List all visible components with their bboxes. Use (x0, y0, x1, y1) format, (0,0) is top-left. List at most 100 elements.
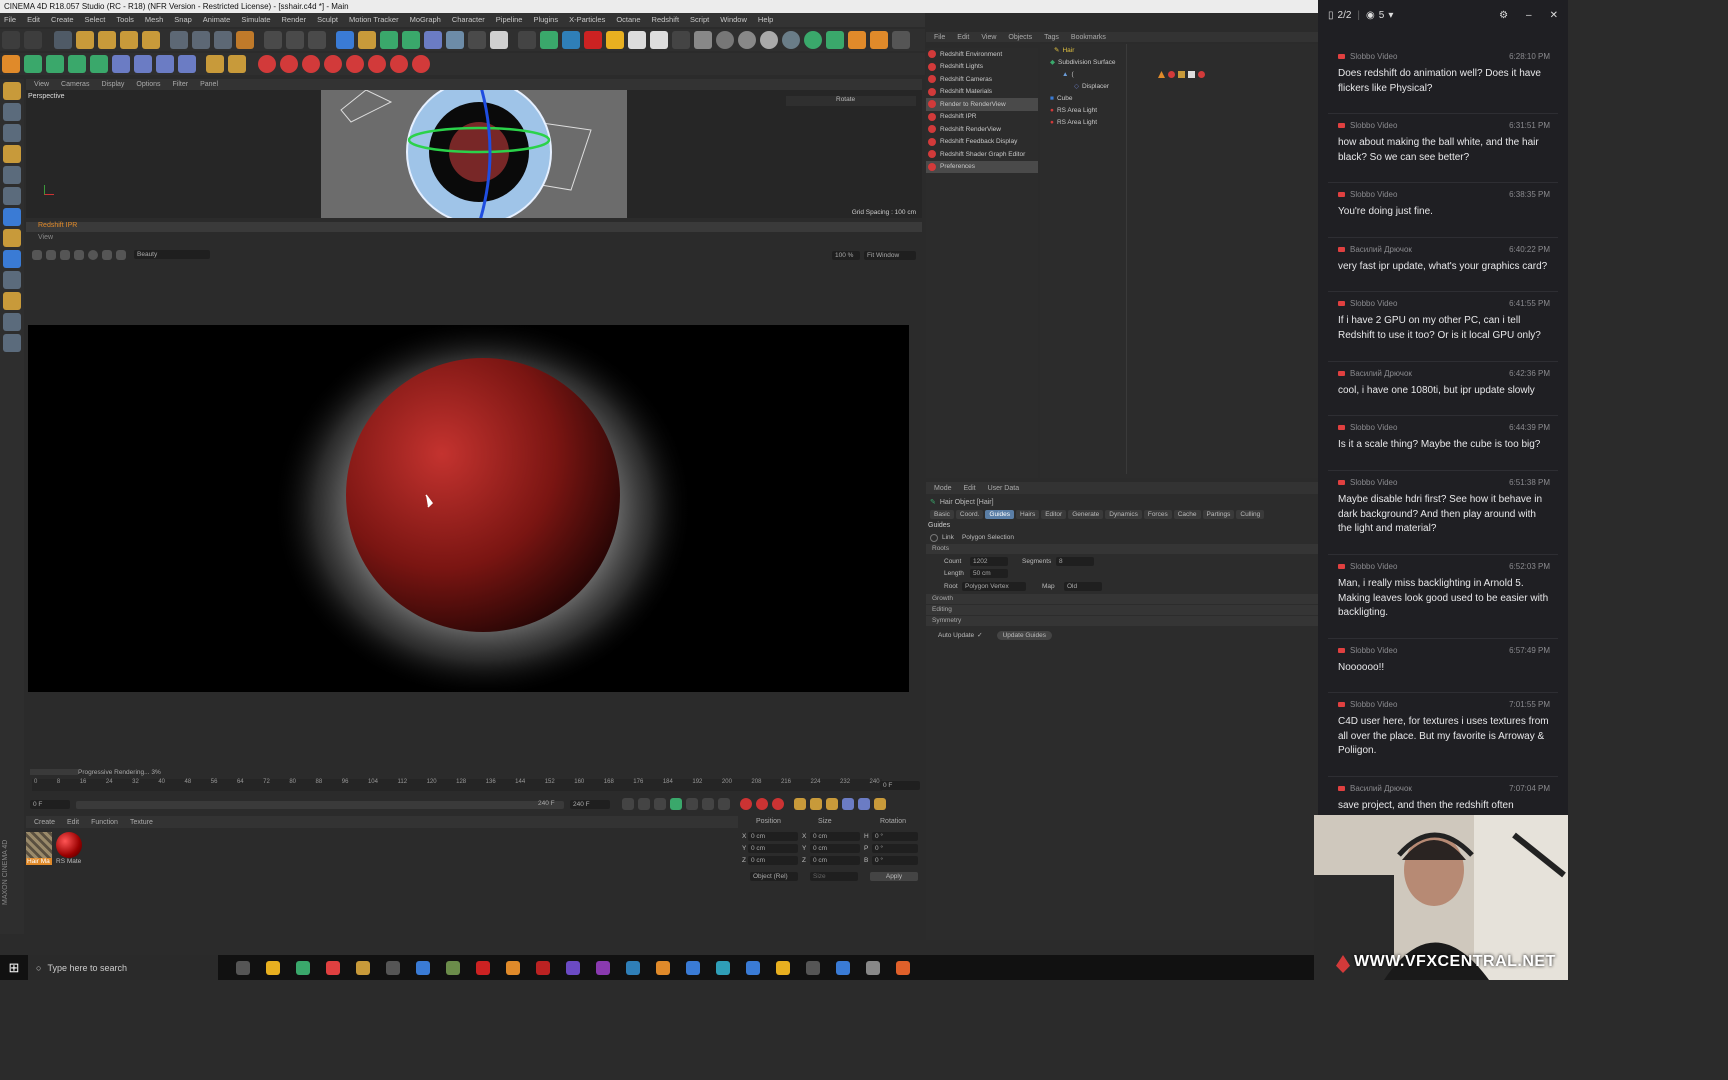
lock-workplane-icon[interactable] (3, 313, 21, 331)
viewport-menu-options[interactable]: Options (136, 81, 160, 88)
undo-icon[interactable] (2, 31, 20, 49)
obj-menu-objects[interactable]: Objects (1008, 34, 1032, 41)
app-icon-4[interactable] (446, 960, 460, 975)
sphere-mat-icon-5[interactable] (804, 31, 822, 49)
workplane-icon[interactable] (3, 145, 21, 163)
move-icon[interactable] (76, 31, 94, 49)
redshift-icon-6[interactable] (368, 55, 386, 73)
selection-tag-icon[interactable] (1178, 71, 1185, 78)
object-row-cube[interactable]: ■ Cube (1040, 92, 1318, 104)
app-icon-2[interactable] (386, 960, 400, 975)
z-axis-icon[interactable] (214, 31, 232, 49)
material-tag-icon[interactable] (1168, 71, 1175, 78)
plugin-icon-11[interactable] (228, 55, 246, 73)
ipr-view-menu[interactable]: View (26, 234, 922, 244)
sun-icon[interactable] (606, 31, 624, 49)
rotation-field[interactable]: 0 ° (872, 843, 918, 853)
redshift-menu-item[interactable]: Preferences (926, 160, 1038, 173)
attr-menu-user-data[interactable]: User Data (988, 485, 1020, 492)
link-radio[interactable] (930, 533, 938, 542)
attr-tab[interactable]: Basic (930, 510, 954, 519)
rotate-icon[interactable] (120, 31, 138, 49)
material-menu-texture[interactable]: Texture (130, 819, 153, 826)
key-pla-icon[interactable] (858, 798, 870, 810)
roots-group[interactable]: Roots (926, 544, 1318, 554)
play-icon[interactable] (670, 798, 682, 810)
chrome-icon[interactable] (326, 960, 340, 975)
next-key-icon[interactable] (702, 798, 714, 810)
redshift-menu-item[interactable]: Redshift Cameras (926, 73, 1038, 86)
coord-system-icon[interactable] (236, 31, 254, 49)
obj-menu-bookmarks[interactable]: Bookmarks (1071, 34, 1106, 41)
app-icon-3[interactable] (416, 960, 430, 975)
photoshop-icon[interactable] (626, 960, 640, 975)
chat-author[interactable]: Василий Дрючок (1338, 784, 1412, 793)
end-frame-field[interactable]: 240 F (570, 800, 610, 809)
after-effects-icon[interactable] (566, 960, 580, 975)
lock-icon[interactable] (60, 250, 70, 260)
redshift-menu-item[interactable]: Redshift RenderView (926, 123, 1038, 136)
select-icon[interactable] (54, 31, 72, 49)
segments-field[interactable]: 8 (1056, 556, 1094, 566)
model-mode-icon[interactable] (3, 103, 21, 121)
fit-window-select[interactable]: Fit Window (864, 251, 916, 260)
tweak-mode-icon[interactable] (3, 250, 21, 268)
attr-tab[interactable]: Generate (1068, 510, 1104, 519)
plugin-icon-8[interactable] (156, 55, 174, 73)
sphere-mat-icon-1[interactable] (716, 31, 734, 49)
snapshot-icon[interactable] (74, 250, 84, 260)
menu-simulate[interactable]: Simulate (241, 13, 270, 27)
viewport-menu-panel[interactable]: Panel (200, 81, 218, 88)
stop-icon[interactable] (32, 250, 42, 260)
key-position-icon[interactable] (794, 798, 806, 810)
rotation-field[interactable]: 0 ° (872, 855, 918, 865)
obj-menu-file[interactable]: File (934, 34, 945, 41)
bake-icon[interactable] (848, 31, 866, 49)
edges-mode-icon[interactable] (3, 187, 21, 205)
chat-author[interactable]: Slobbo Video (1338, 562, 1397, 571)
object-row-subdivision[interactable]: ◆ Subdivision Surface (1040, 56, 1318, 68)
attr-tab[interactable]: Cache (1173, 510, 1201, 519)
size-field[interactable]: 0 cm (810, 843, 860, 853)
editing-group[interactable]: Editing (926, 605, 1318, 615)
x-axis-icon[interactable] (170, 31, 188, 49)
sphere-mat-icon-3[interactable] (760, 31, 778, 49)
rs-tag-icon[interactable] (1198, 71, 1205, 78)
chat-author[interactable]: Slobbo Video (1338, 423, 1397, 432)
app-icon-9[interactable] (776, 960, 790, 975)
script-icon[interactable] (870, 31, 888, 49)
redshift-icon-1[interactable] (258, 55, 276, 73)
frame-range-slider[interactable] (76, 801, 564, 809)
key-parameter-icon[interactable] (842, 798, 854, 810)
go-to-end-icon[interactable] (718, 798, 730, 810)
aov-select[interactable]: Beauty (134, 250, 210, 259)
task-view-icon[interactable] (236, 960, 250, 975)
app-icon-6[interactable] (536, 960, 550, 975)
size-field[interactable]: 0 cm (810, 855, 860, 865)
plugin-icon-1[interactable] (2, 55, 20, 73)
refresh-icon[interactable] (46, 250, 56, 260)
go-to-start-icon[interactable] (622, 798, 634, 810)
menu-help[interactable]: Help (758, 13, 773, 27)
light-icon[interactable] (490, 31, 508, 49)
checker-icon[interactable] (694, 31, 712, 49)
make-editable-icon[interactable] (3, 82, 21, 100)
coord-mode-select[interactable]: Object (Rel) (750, 872, 798, 881)
redshift-icon-2[interactable] (280, 55, 298, 73)
app-icon-11[interactable] (836, 960, 850, 975)
premiere-icon[interactable] (596, 960, 610, 975)
chat-author[interactable]: Василий Дрючок (1338, 245, 1412, 254)
redshift-icon-4[interactable] (324, 55, 342, 73)
help-icon[interactable] (892, 31, 910, 49)
redshift-menu-item[interactable]: Redshift Materials (926, 86, 1038, 99)
floor-icon[interactable] (446, 31, 464, 49)
plugin-icon-4[interactable] (68, 55, 86, 73)
record-icon[interactable] (584, 31, 602, 49)
axis-mode-icon[interactable] (3, 229, 21, 247)
obj-menu-edit[interactable]: Edit (957, 34, 969, 41)
rotation-field[interactable]: 0 ° (872, 831, 918, 841)
link-value[interactable]: Polygon Selection (962, 534, 1014, 541)
render-view[interactable] (28, 325, 909, 692)
attr-tab[interactable]: Forces (1143, 510, 1172, 519)
chat-author[interactable]: Slobbo Video (1338, 478, 1397, 487)
